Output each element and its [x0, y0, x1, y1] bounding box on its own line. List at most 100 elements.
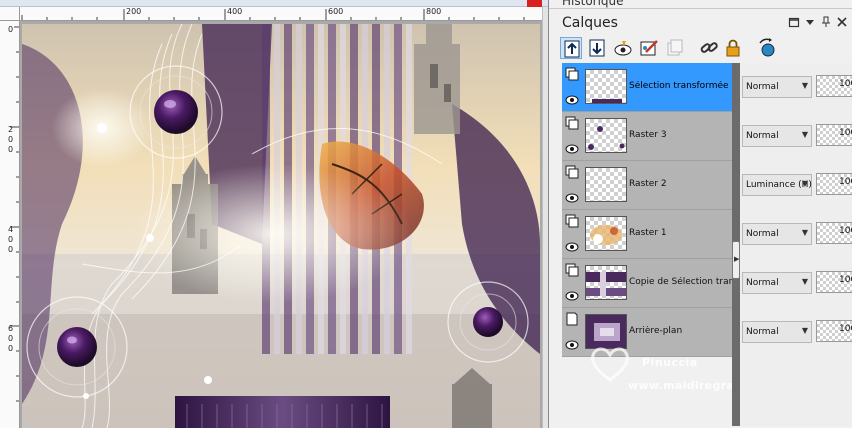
raster-layer-icon — [565, 165, 579, 179]
eye-icon[interactable] — [565, 289, 579, 303]
opacity-field[interactable]: 100 — [816, 320, 852, 342]
chevron-right-icon: ▶ — [734, 255, 740, 263]
blend-mode-select[interactable]: Normal ▼ — [742, 223, 812, 245]
ruler-sub-label: 0 — [8, 235, 14, 244]
ruler-label-600: 600 — [328, 7, 344, 16]
layer-thumbnail-image — [586, 272, 626, 296]
layer-name: Copie de Sélection transfo — [629, 277, 732, 287]
new-layer-button[interactable] — [560, 37, 582, 59]
artwork-image — [22, 24, 540, 428]
new-mask-icon — [589, 39, 605, 57]
mask-refresh-button[interactable] — [756, 37, 778, 59]
layer-thumbnail — [585, 216, 627, 251]
raster-layer-icon — [565, 116, 579, 130]
orb-right — [447, 281, 529, 363]
palette-pin-button[interactable] — [819, 16, 833, 30]
raster-layer-icon — [565, 214, 579, 228]
eye-icon[interactable] — [565, 93, 579, 107]
layer-names-column: Sélection transformée 1 Raster 3 Raster … — [562, 63, 778, 392]
column-splitter-handle[interactable]: ▶ — [732, 241, 740, 279]
layer-thumbnail — [585, 167, 627, 202]
close-icon — [837, 17, 847, 27]
layer-row[interactable]: Raster 1 — [562, 210, 732, 259]
layer-thumbnail-image — [592, 99, 622, 103]
chevron-down-icon: ▼ — [801, 228, 808, 237]
edit-icon — [640, 40, 658, 56]
layer-row[interactable]: Copie de Sélection transfo — [562, 259, 732, 308]
layer-row[interactable]: Raster 2 — [562, 161, 732, 210]
layers-toolbar — [559, 37, 849, 61]
layer-row-icons — [565, 312, 583, 352]
close-window-button[interactable] — [527, 0, 542, 7]
eye-icon[interactable] — [565, 338, 579, 352]
ruler-label-4: 4 — [8, 225, 14, 234]
lock-layer-button[interactable] — [722, 37, 744, 59]
ruler-label-0: 0 — [8, 25, 14, 34]
new-layer-icon — [564, 40, 580, 58]
palette-close-button[interactable] — [835, 16, 849, 30]
blend-mode-select[interactable]: Luminance (H) ▼ — [742, 174, 812, 196]
ruler-sub-label: 0 — [8, 135, 14, 144]
layer-thumbnail-image — [588, 126, 625, 150]
blend-mode-value: Normal — [746, 131, 779, 141]
ruler-label-2: 2 — [8, 125, 14, 134]
ruler-sub-label: 0 — [8, 334, 14, 343]
bottom-band — [175, 396, 390, 428]
opacity-field[interactable]: 100 — [816, 271, 852, 293]
palette-menu-button[interactable] — [803, 16, 817, 30]
layer-properties-column: Normal ▼ 100 Normal ▼ 100 Luminance (H)▼ 1… — [740, 63, 852, 426]
layer-thumbnail — [585, 118, 627, 153]
ruler-label-400: 400 — [227, 7, 243, 16]
edit-layer-button[interactable] — [638, 37, 660, 59]
image-window-titlebar[interactable] — [0, 0, 548, 7]
blend-mode-value: Normal — [746, 229, 779, 239]
visibility-icon — [614, 41, 632, 56]
canvas-artwork[interactable] — [22, 24, 540, 428]
palette-title: Calques — [562, 15, 618, 31]
duplicate-layer-button[interactable] — [664, 37, 686, 59]
blend-mode-select[interactable]: Normal ▼ — [742, 125, 812, 147]
layer-row-icons — [565, 263, 583, 303]
image-window: 200 400 600 800 0 2 0 0 4 0 0 6 0 0 — [0, 0, 548, 428]
layer-props-row: Normal ▼ 100 — [740, 210, 852, 259]
eye-icon[interactable] — [565, 142, 579, 156]
layer-row[interactable]: Sélection transformée 1 — [562, 63, 732, 112]
eye-icon[interactable] — [565, 191, 579, 205]
chevron-down-icon: ▼ — [801, 326, 808, 335]
mask-refresh-icon — [759, 38, 775, 57]
chevron-down-icon: ▼ — [801, 277, 808, 286]
watermark-name: Pinuccia — [642, 356, 698, 369]
layer-props-row: Luminance (H)▼ 100 — [740, 161, 852, 210]
ruler-label-6: 6 — [8, 324, 14, 333]
blend-mode-select[interactable]: Normal ▼ — [742, 76, 812, 98]
chevron-down-icon: ▼ — [801, 130, 808, 139]
layer-row-icons — [565, 214, 583, 254]
horizontal-ruler-ticks — [21, 9, 525, 20]
history-title: Historique — [562, 0, 624, 8]
layer-row[interactable]: Raster 3 — [562, 112, 732, 161]
layer-name: Raster 1 — [629, 228, 667, 238]
opacity-field[interactable]: 100 — [816, 222, 852, 244]
lock-icon — [726, 39, 740, 57]
layer-props-row: Normal ▼ 100 — [740, 112, 852, 161]
opacity-field[interactable]: 100 — [816, 173, 852, 195]
pin-icon — [822, 16, 830, 27]
eye-icon[interactable] — [565, 240, 579, 254]
ruler-label-800: 800 — [426, 7, 442, 16]
history-panel-tab[interactable]: Historique — [549, 0, 852, 9]
new-mask-button[interactable] — [586, 37, 608, 59]
layer-row-icons — [565, 116, 583, 156]
opacity-field[interactable]: 100 — [816, 75, 852, 97]
layer-thumbnail-image — [590, 225, 622, 245]
layer-name: Raster 3 — [629, 130, 667, 140]
link-layers-button[interactable] — [698, 37, 720, 59]
restore-icon — [788, 17, 800, 28]
blend-mode-select[interactable]: Normal ▼ — [742, 272, 812, 294]
layer-row-icons — [565, 165, 583, 205]
layer-row-icons — [565, 67, 583, 107]
blend-mode-select[interactable]: Normal ▼ — [742, 321, 812, 343]
opacity-field[interactable]: 100 — [816, 124, 852, 146]
layer-props-row: Normal ▼ 100 — [740, 308, 852, 357]
visibility-toggle-button[interactable] — [612, 37, 634, 59]
palette-restore-button[interactable] — [787, 16, 801, 30]
